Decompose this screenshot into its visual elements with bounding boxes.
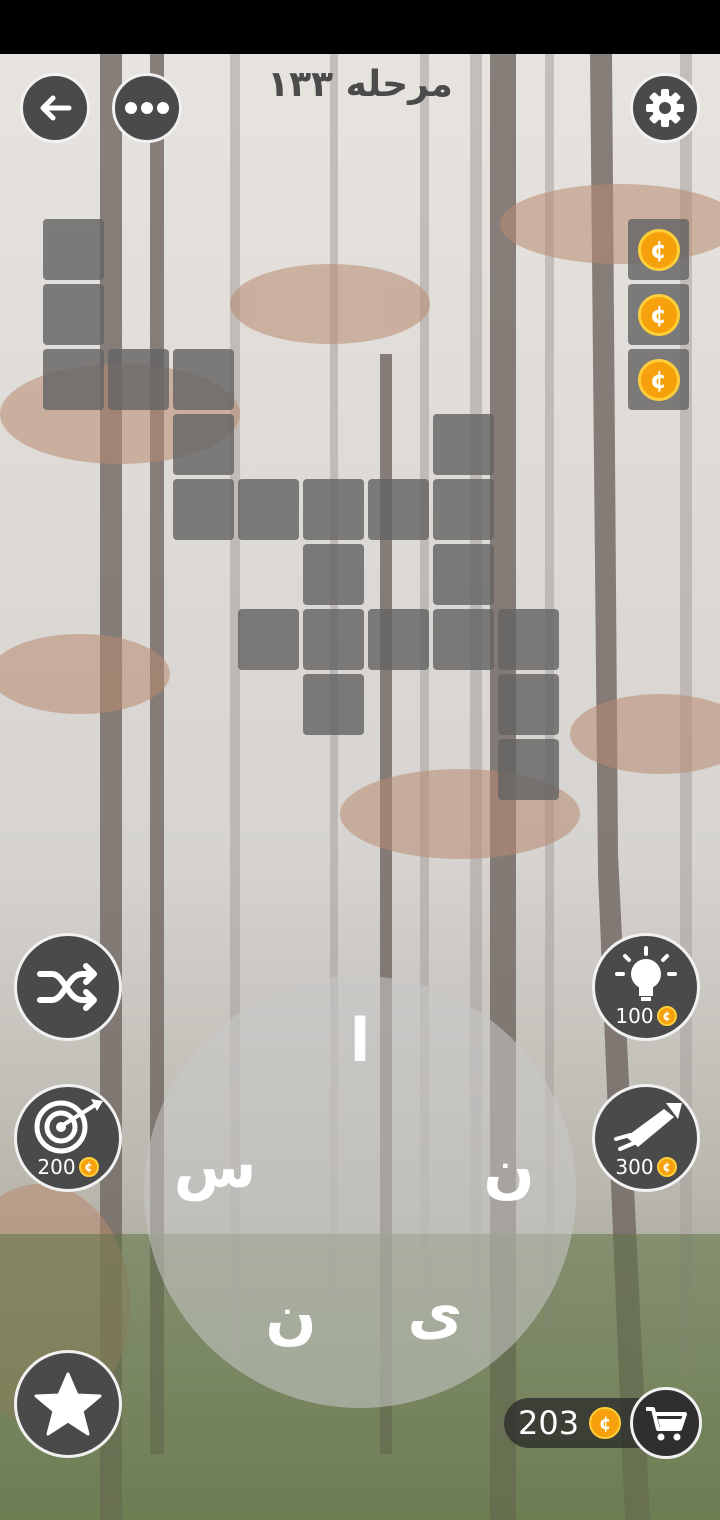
- grid-tile: [173, 414, 234, 475]
- grid-tile: [498, 674, 559, 735]
- cart-icon: [646, 1407, 687, 1441]
- target-button[interactable]: 200 ¢: [14, 1084, 122, 1192]
- grid-tile: [173, 349, 234, 410]
- lightbulb-icon: [615, 946, 677, 1001]
- shuffle-button[interactable]: [14, 933, 122, 1041]
- grid-tile: [173, 479, 234, 540]
- settings-button[interactable]: [630, 73, 700, 143]
- grid-tile: [433, 479, 494, 540]
- bonus-coin-tile: ¢: [628, 349, 689, 410]
- back-arrow-icon: [40, 95, 72, 121]
- target-cost: 200 ¢: [17, 1155, 119, 1179]
- wheel-letter[interactable]: ن: [464, 1126, 554, 1216]
- level-title: مرحله ۱۳۳: [267, 64, 453, 105]
- star-icon: [34, 1372, 102, 1436]
- rocket-button[interactable]: 300 ¢: [592, 1084, 700, 1192]
- grid-tile: [238, 479, 299, 540]
- hint-button[interactable]: 100 ¢: [592, 933, 700, 1041]
- coin-icon: ¢: [78, 1157, 99, 1177]
- grid-tile: [303, 674, 364, 735]
- grid-tile: [303, 479, 364, 540]
- coin-icon: ¢: [656, 1006, 677, 1026]
- back-button[interactable]: [20, 73, 90, 143]
- coin-icon: ¢: [656, 1157, 677, 1177]
- grid-tile: [43, 219, 104, 280]
- gear-icon: [646, 89, 684, 127]
- grid-tile: [433, 414, 494, 475]
- rocket-icon: [614, 1103, 682, 1151]
- grid-tile: [368, 609, 429, 670]
- wheel-letter[interactable]: ا: [315, 996, 405, 1086]
- shop-button[interactable]: [630, 1387, 702, 1459]
- status-bar: [0, 0, 720, 54]
- hint-cost: 100 ¢: [595, 1004, 697, 1028]
- grid-tile: [43, 349, 104, 410]
- wheel-letter[interactable]: ن: [246, 1272, 336, 1362]
- wheel-letter[interactable]: ی: [390, 1268, 480, 1358]
- grid-tile: [303, 609, 364, 670]
- grid-tile: [43, 284, 104, 345]
- grid-tile: [433, 544, 494, 605]
- bonus-coin-tile: ¢: [628, 219, 689, 280]
- grid-tile: [498, 609, 559, 670]
- coin-icon: ¢: [637, 228, 680, 271]
- target-dart-icon: [34, 1099, 103, 1154]
- shuffle-icon: [37, 963, 97, 1011]
- grid-tile: [108, 349, 169, 410]
- wheel-letter[interactable]: س: [170, 1122, 260, 1212]
- coin-icon: ¢: [637, 358, 680, 401]
- rocket-cost: 300 ¢: [595, 1155, 697, 1179]
- grid-tile: [303, 544, 364, 605]
- coin-icon: ¢: [637, 293, 680, 336]
- grid-tile: [238, 609, 299, 670]
- grid-tile: [433, 609, 494, 670]
- letter-wheel[interactable]: ا ن ی ن س: [144, 976, 576, 1408]
- bonus-coin-tile: ¢: [628, 284, 689, 345]
- grid-tile: [498, 739, 559, 800]
- favorites-button[interactable]: [14, 1350, 122, 1458]
- coin-icon: ¢: [589, 1407, 622, 1439]
- coin-count: 203: [518, 1404, 580, 1442]
- grid-tile: [368, 479, 429, 540]
- more-button[interactable]: [112, 73, 182, 143]
- more-dots-icon: [125, 102, 169, 114]
